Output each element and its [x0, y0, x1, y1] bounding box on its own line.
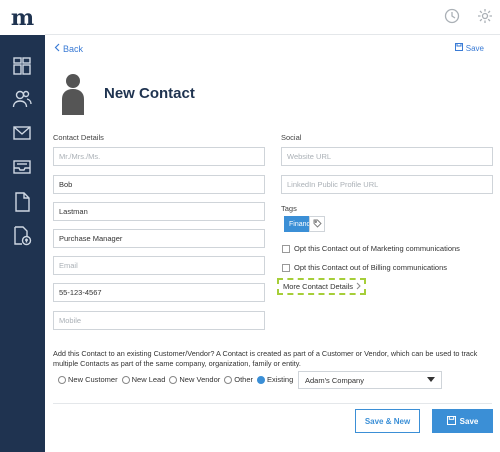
radio-label: Other — [234, 375, 254, 384]
avatar — [62, 73, 84, 115]
radio-new-vendor[interactable]: New Vendor — [169, 375, 220, 384]
gear-icon[interactable] — [477, 8, 495, 26]
association-description: Add this Contact to an existing Customer… — [53, 349, 478, 368]
radio-button-selected[interactable] — [257, 375, 266, 384]
tag-icon — [313, 215, 322, 233]
billing-icon[interactable] — [11, 225, 33, 247]
mail-icon[interactable] — [11, 122, 33, 144]
top-bar — [45, 0, 500, 35]
contact-details-label: Contact Details — [53, 133, 104, 142]
job-title-field[interactable]: Purchase Manager — [53, 229, 265, 248]
opt-out-billing-checkbox[interactable]: Opt this Contact out of Billing communic… — [282, 263, 447, 272]
inbox-icon[interactable] — [11, 156, 33, 178]
last-name-field[interactable]: Lastman — [53, 202, 265, 221]
opt-out-marketing-checkbox[interactable]: Opt this Contact out of Marketing commun… — [282, 244, 460, 253]
save-link-label: Save — [465, 43, 484, 53]
page-title: New Contact — [104, 85, 195, 102]
social-label: Social — [281, 133, 302, 142]
existing-company-select[interactable]: Adam's Company — [298, 371, 442, 389]
mobile-field[interactable]: Mobile — [53, 311, 265, 330]
radio-button[interactable] — [121, 375, 130, 384]
main-content: Back Save New Contact Contact Details So… — [45, 35, 500, 452]
radio-button[interactable] — [169, 375, 178, 384]
checkbox[interactable] — [282, 244, 290, 253]
save-button-label: Save — [459, 416, 479, 426]
linkedin-url-field[interactable]: LinkedIn Public Profile URL — [281, 175, 493, 194]
brand-logo: m — [10, 4, 35, 31]
radio-label: Existing — [267, 375, 294, 384]
save-icon — [446, 415, 456, 427]
save-and-new-button[interactable]: Save & New — [355, 409, 420, 433]
more-contact-details-button[interactable]: More Contact Details — [277, 278, 366, 295]
sidebar — [0, 35, 45, 452]
save-button[interactable]: Save — [432, 409, 493, 433]
save-link[interactable]: Save — [454, 43, 484, 53]
divider — [53, 403, 492, 404]
chevron-left-icon — [54, 43, 60, 54]
checkbox[interactable] — [282, 263, 290, 272]
radio-button[interactable] — [224, 375, 233, 384]
radio-label: New Customer — [68, 375, 118, 384]
contacts-icon[interactable] — [11, 88, 33, 110]
phone-field[interactable]: 55-123-4567 — [53, 283, 265, 302]
chevron-right-icon — [356, 282, 361, 292]
radio-new-lead[interactable]: New Lead — [121, 375, 166, 384]
salutation-field[interactable]: Mr./Mrs./Ms. — [53, 147, 265, 166]
document-icon[interactable] — [11, 191, 33, 213]
more-contact-details-label: More Contact Details — [283, 282, 354, 291]
dashboard-icon[interactable] — [11, 55, 33, 77]
save-and-new-label: Save & New — [364, 416, 411, 426]
existing-company-value: Adam's Company — [305, 375, 364, 385]
add-tag-button[interactable] — [309, 216, 325, 232]
logo-area[interactable]: m — [0, 0, 45, 35]
email-field[interactable]: Email — [53, 256, 265, 275]
opt-out-billing-label: Opt this Contact out of Billing communic… — [294, 263, 447, 272]
tags-label: Tags — [281, 204, 297, 213]
radio-label: New Vendor — [179, 375, 221, 384]
first-name-field[interactable]: Bob — [53, 175, 265, 194]
caret-down-icon — [427, 377, 435, 382]
opt-out-marketing-label: Opt this Contact out of Marketing commun… — [294, 244, 460, 253]
back-label: Back — [63, 43, 84, 54]
clock-icon[interactable] — [444, 8, 462, 26]
radio-existing[interactable]: Existing — [257, 375, 293, 384]
radio-label: New Lead — [131, 375, 166, 384]
radio-other[interactable]: Other — [224, 375, 253, 384]
save-icon — [454, 43, 463, 53]
radio-button[interactable] — [58, 375, 66, 384]
website-url-field[interactable]: Website URL — [281, 147, 493, 166]
association-options: New Customer New Lead New Vendor Other E… — [58, 375, 297, 384]
back-link[interactable]: Back — [54, 43, 83, 54]
radio-new-customer[interactable]: New Customer — [58, 375, 118, 384]
